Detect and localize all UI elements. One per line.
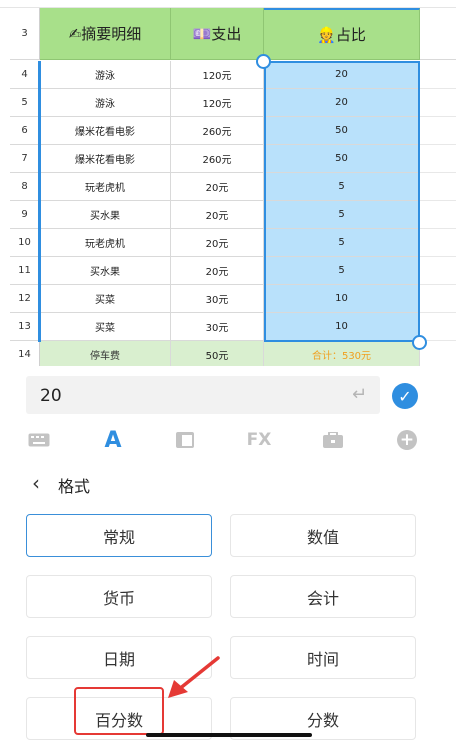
cell-ratio[interactable]: 50: [264, 117, 420, 145]
row-number[interactable]: 9: [10, 201, 40, 229]
row-number[interactable]: 13: [10, 313, 40, 341]
cell-total[interactable]: 合计：530元: [264, 341, 420, 366]
cell-ratio[interactable]: 5: [264, 201, 420, 229]
red-arrow-icon: [168, 656, 220, 698]
cell-description[interactable]: 玩老虎机: [40, 229, 171, 257]
format-accounting-button[interactable]: 会计: [230, 575, 416, 618]
cell-expense[interactable]: 120元: [171, 61, 264, 89]
row-number[interactable]: 8: [10, 173, 40, 201]
empty-cell[interactable]: [420, 145, 456, 173]
cell-description[interactable]: 爆米花看电影: [40, 117, 171, 145]
cell-expense[interactable]: 260元: [171, 145, 264, 173]
row-selection-indicator: [38, 61, 41, 342]
cell-expense[interactable]: 20元: [171, 257, 264, 285]
cell-description[interactable]: 玩老虎机: [40, 173, 171, 201]
font-format-icon[interactable]: A: [98, 425, 128, 455]
layout-icon[interactable]: [170, 425, 200, 455]
empty-cell[interactable]: [420, 173, 456, 201]
row-number[interactable]: 4: [10, 61, 40, 89]
cell-expense[interactable]: 20元: [171, 201, 264, 229]
back-icon[interactable]: ‹: [32, 471, 40, 495]
cell-expense[interactable]: 260元: [171, 117, 264, 145]
format-time-button[interactable]: 时间: [230, 636, 416, 679]
cell-description[interactable]: 买水果: [40, 201, 171, 229]
spreadsheet[interactable]: 3 ✍摘要明细 💷支出 👷占比 4 游泳 120元 20 5 游泳 120元 20 6 爆米花看电…: [0, 0, 456, 366]
empty-cell[interactable]: [420, 89, 456, 117]
cell-ratio[interactable]: 50: [264, 145, 420, 173]
row-number[interactable]: 6: [10, 117, 40, 145]
cell-ratio[interactable]: 5: [264, 257, 420, 285]
cell-ratio[interactable]: 5: [264, 229, 420, 257]
home-indicator: [146, 733, 312, 737]
format-currency-button[interactable]: 货币: [26, 575, 212, 618]
empty-cell[interactable]: [420, 201, 456, 229]
cell-expense[interactable]: 50元: [171, 341, 264, 366]
cell-expense[interactable]: 30元: [171, 285, 264, 313]
keyboard-icon[interactable]: [24, 425, 54, 455]
row-number[interactable]: 12: [10, 285, 40, 313]
cell-description[interactable]: 爆米花看电影: [40, 145, 171, 173]
header-cell-expense[interactable]: 💷支出: [171, 8, 264, 60]
sheet-top-strip: [0, 0, 456, 8]
empty-cell[interactable]: [420, 117, 456, 145]
cell-expense[interactable]: 120元: [171, 89, 264, 117]
function-icon[interactable]: FX: [244, 425, 274, 455]
insert-icon[interactable]: +: [392, 425, 422, 455]
cell-expense[interactable]: 20元: [171, 173, 264, 201]
empty-cell[interactable]: [420, 313, 456, 341]
empty-cell[interactable]: [420, 229, 456, 257]
format-general-button[interactable]: 常规: [26, 514, 212, 557]
format-number-button[interactable]: 数值: [230, 514, 416, 557]
cell-ratio[interactable]: 10: [264, 285, 420, 313]
cell-description[interactable]: 游泳: [40, 61, 171, 89]
panel-title: 格式: [58, 477, 91, 496]
row-number[interactable]: 10: [10, 229, 40, 257]
toolbox-icon[interactable]: [318, 425, 348, 455]
row-number[interactable]: 3: [10, 8, 40, 60]
cell-description[interactable]: 停车费: [40, 341, 171, 366]
cell-ratio[interactable]: 5: [264, 173, 420, 201]
cell-description[interactable]: 买菜: [40, 285, 171, 313]
row-number[interactable]: 7: [10, 145, 40, 173]
cell-description[interactable]: 游泳: [40, 89, 171, 117]
empty-cell: [420, 8, 456, 60]
empty-cell[interactable]: [420, 61, 456, 89]
highlight-box: [74, 687, 164, 735]
empty-cell[interactable]: [420, 257, 456, 285]
cell-ratio[interactable]: 10: [264, 313, 420, 341]
header-cell-ratio[interactable]: 👷占比: [264, 8, 420, 60]
cell-description[interactable]: 买水果: [40, 257, 171, 285]
selection-end-handle[interactable]: [412, 335, 427, 350]
cell-expense[interactable]: 30元: [171, 313, 264, 341]
header-cell-description[interactable]: ✍摘要明细: [40, 8, 171, 60]
cell-expense[interactable]: 20元: [171, 229, 264, 257]
formula-value[interactable]: 20: [40, 386, 62, 406]
row-number[interactable]: 5: [10, 89, 40, 117]
row-number[interactable]: 11: [10, 257, 40, 285]
row-number[interactable]: 14: [10, 341, 40, 366]
selection-start-handle[interactable]: [256, 54, 271, 69]
cell-description[interactable]: 买菜: [40, 313, 171, 341]
return-icon[interactable]: ↵: [352, 384, 367, 405]
formula-input[interactable]: [26, 376, 380, 414]
cell-ratio[interactable]: 20: [264, 61, 420, 89]
empty-cell[interactable]: [420, 285, 456, 313]
cell-ratio[interactable]: 20: [264, 89, 420, 117]
check-icon[interactable]: ✓: [392, 383, 418, 409]
